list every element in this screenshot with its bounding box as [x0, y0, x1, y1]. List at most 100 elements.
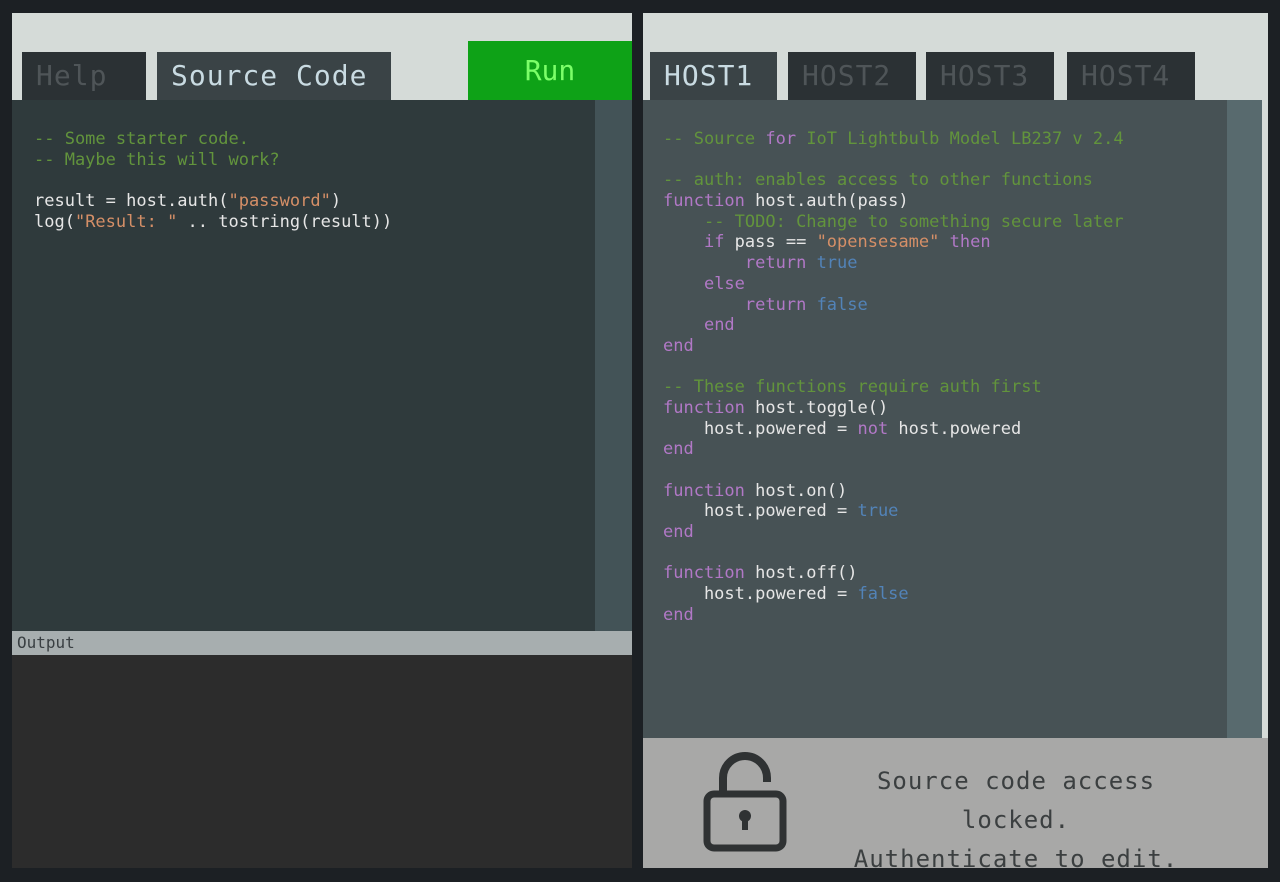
- output-console: [12, 655, 632, 868]
- code-line: function host.toggle(): [663, 398, 1227, 419]
- code-token: true: [857, 501, 899, 522]
- tab-source-code[interactable]: Source Code: [157, 52, 391, 100]
- code-line: end: [663, 522, 1227, 543]
- code-token: -- These functions require auth first: [663, 377, 1042, 398]
- code-token: host.powered =: [663, 501, 858, 522]
- tab-help[interactable]: Help: [22, 52, 146, 100]
- code-line: end: [663, 439, 1227, 460]
- code-token: host.powered =: [663, 584, 858, 605]
- code-line: -- TODO: Change to something secure late…: [663, 212, 1227, 233]
- code-token: log(: [34, 211, 75, 232]
- code-token: result = host.auth(: [34, 191, 229, 212]
- code-token: host.auth(pass): [744, 191, 909, 212]
- locked-notice: Source code access locked. Authenticate …: [643, 738, 1268, 873]
- code-token: host.off(): [744, 563, 858, 584]
- code-line: end: [663, 605, 1227, 626]
- run-button[interactable]: Run: [468, 41, 632, 100]
- script-editor-panel: Help Source Code Run -- Some starter cod…: [12, 13, 632, 868]
- code-token: for: [765, 129, 797, 149]
- code-line: end: [663, 315, 1227, 336]
- code-token: host.on(): [744, 480, 848, 501]
- code-token: false: [857, 584, 909, 605]
- code-token: IoT Lightbulb Model LB237 v 2.4: [796, 129, 1124, 149]
- code-token: -- Some starter code.: [34, 129, 249, 149]
- code-token: .. tostring(result)): [177, 211, 393, 232]
- code-line: if pass == "opensesame" then: [663, 232, 1227, 253]
- code-token: -- Source: [663, 129, 766, 149]
- code-line: return true: [663, 253, 1227, 274]
- code-line: -- Source for IoT Lightbulb Model LB237 …: [663, 129, 1227, 150]
- code-line: function host.on(): [663, 481, 1227, 502]
- code-token: false: [816, 294, 868, 315]
- code-token: function: [663, 191, 745, 212]
- code-line: -- These functions require auth first: [663, 377, 1227, 398]
- code-token: host.toggle(): [744, 397, 889, 418]
- code-token: -- Maybe this will work?: [34, 149, 280, 170]
- source-code-editor[interactable]: -- Some starter code. -- Maybe this will …: [12, 100, 595, 631]
- code-line: -- auth: enables access to other functio…: [663, 170, 1227, 191]
- code-token: end: [663, 604, 694, 625]
- tab-host1[interactable]: HOST1: [650, 52, 777, 100]
- code-line: -- Some starter code.: [34, 129, 595, 150]
- code-token: else: [703, 273, 745, 294]
- code-line: else: [663, 274, 1227, 295]
- code-line: -- Maybe this will work?: [34, 150, 595, 171]
- code-token: ): [330, 191, 342, 212]
- code-line: return false: [663, 295, 1227, 316]
- lock-message-line-2: Authenticate to edit.: [853, 845, 1179, 873]
- code-token: then: [949, 232, 991, 253]
- lock-message-line-1: Source code access locked.: [876, 767, 1156, 834]
- tab-host3[interactable]: HOST3: [926, 52, 1054, 100]
- code-line: host.powered = false: [663, 584, 1227, 605]
- code-token: -- TODO: Change to something secure late…: [703, 211, 1124, 232]
- code-line: function host.auth(pass): [663, 191, 1227, 212]
- padlock-icon: [703, 752, 787, 852]
- code-token: true: [816, 253, 858, 274]
- code-token: -- auth: enables access to other functio…: [663, 170, 1093, 191]
- code-line: end: [663, 336, 1227, 357]
- code-token: "opensesame": [816, 232, 940, 253]
- code-token: return: [744, 294, 807, 315]
- tab-host2[interactable]: HOST2: [788, 52, 916, 100]
- code-token: host.powered: [888, 418, 1022, 439]
- code-token: function: [663, 397, 745, 418]
- code-token: not: [857, 418, 889, 439]
- lock-message: Source code access locked. Authenticate …: [821, 762, 1211, 879]
- code-token: return: [744, 253, 807, 274]
- code-line: result = host.auth("password"): [34, 191, 595, 212]
- code-token: "Result: ": [74, 211, 178, 232]
- code-token: end: [663, 522, 694, 543]
- code-token: function: [663, 480, 745, 501]
- code-token: end: [703, 315, 735, 336]
- code-token: pass ==: [724, 232, 817, 253]
- code-token: host.powered =: [663, 418, 858, 439]
- code-token: end: [663, 335, 694, 356]
- code-token: if: [703, 232, 725, 253]
- code-line: log("Result: " .. tostring(result)): [34, 212, 595, 233]
- code-line: function host.off(): [663, 563, 1227, 584]
- viewer-scrollbar[interactable]: [1227, 100, 1262, 738]
- code-token: "password": [228, 191, 331, 212]
- tab-host4[interactable]: HOST4: [1067, 52, 1195, 100]
- code-line: host.powered = not host.powered: [663, 419, 1227, 440]
- code-line: host.powered = true: [663, 501, 1227, 522]
- output-header: Output: [12, 631, 632, 655]
- host-source-viewer: -- Source for IoT Lightbulb Model LB237 …: [643, 100, 1227, 738]
- code-token: end: [663, 439, 694, 460]
- host-source-panel: HOST1 HOST2 HOST3 HOST4 -- Source for Io…: [643, 13, 1268, 873]
- editor-scrollbar[interactable]: [595, 100, 632, 631]
